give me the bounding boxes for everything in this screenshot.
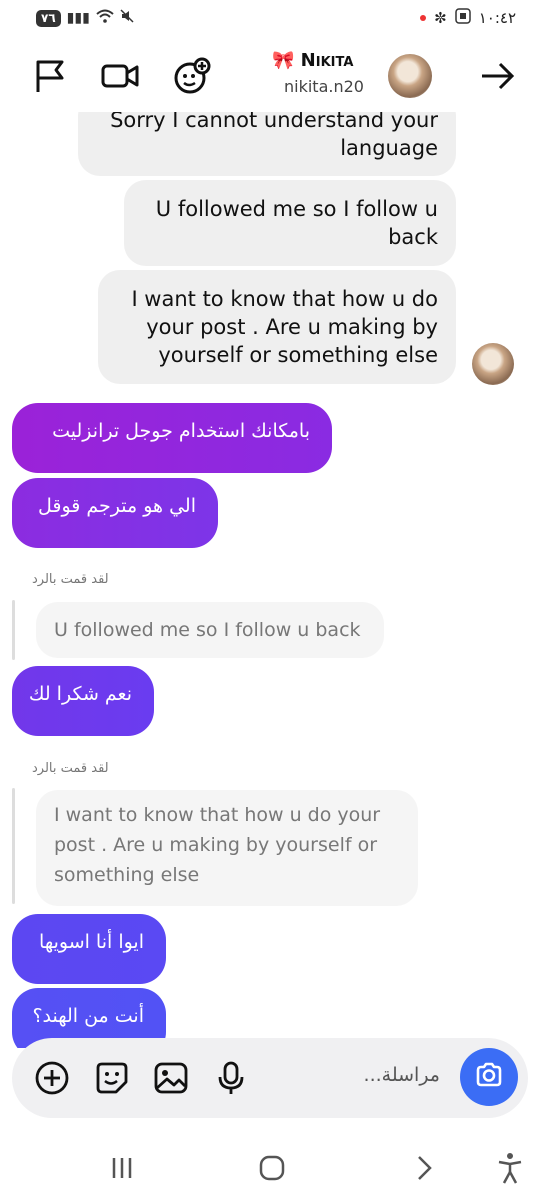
message-composer: مراسلة... — [12, 1038, 528, 1118]
incoming-message[interactable]: Sorry I cannot understand your language — [78, 112, 456, 176]
status-left: ٧٦ ▮▮▮ — [36, 9, 134, 27]
outgoing-message[interactable]: ايوا أنا اسويها — [12, 914, 166, 984]
contact-username[interactable]: nikita.n20 — [284, 77, 364, 96]
incoming-message[interactable]: U followed me so I follow u back — [124, 180, 456, 266]
recent-apps-icon[interactable] — [104, 1150, 140, 1186]
wifi-icon — [96, 9, 114, 27]
screenshot-icon — [454, 8, 471, 28]
contact-name[interactable]: 🎀 Nikita — [272, 50, 353, 71]
outgoing-message[interactable]: بامكانك استخدام جوجل ترانزليت — [12, 403, 332, 473]
outgoing-message[interactable]: الي هو مترجم قوقل — [12, 478, 218, 548]
status-bar: ٧٦ ▮▮▮ ✼ ١٠:٤٢ — [0, 0, 540, 36]
sender-avatar[interactable] — [472, 343, 514, 385]
effects-icon[interactable] — [172, 56, 212, 96]
microphone-icon[interactable] — [213, 1060, 249, 1096]
mute-icon — [120, 9, 134, 27]
gallery-icon[interactable] — [153, 1060, 189, 1096]
video-call-icon[interactable] — [100, 56, 140, 96]
signal-icon: ▮▮▮ — [66, 10, 90, 26]
reply-bar — [12, 600, 15, 660]
outgoing-message[interactable]: نعم شكرا لك — [12, 666, 154, 736]
system-nav-bar — [0, 1140, 540, 1200]
incoming-message[interactable]: I want to know that how u do your post .… — [98, 270, 456, 384]
camera-icon — [474, 1060, 504, 1094]
accessibility-icon[interactable] — [492, 1150, 528, 1186]
chat-thread[interactable]: Sorry I cannot understand your language … — [0, 112, 540, 1048]
add-icon[interactable] — [34, 1060, 70, 1096]
avatar[interactable] — [388, 54, 432, 98]
sticker-icon[interactable] — [94, 1060, 130, 1096]
recording-dot-icon — [420, 15, 427, 21]
reply-label: لقد قمت بالرد — [32, 761, 109, 776]
reply-bar — [12, 788, 15, 904]
forward-arrow-icon[interactable] — [478, 56, 518, 96]
camera-button[interactable] — [460, 1048, 518, 1106]
status-right: ✼ ١٠:٤٢ — [420, 8, 516, 28]
quoted-message[interactable]: I want to know that how u do your post .… — [36, 790, 418, 906]
home-icon[interactable] — [254, 1150, 290, 1186]
flag-icon[interactable] — [30, 56, 70, 96]
back-icon[interactable] — [406, 1150, 442, 1186]
chat-header: 🎀 Nikita nikita.n20 — [0, 40, 540, 112]
clock-time: ١٠:٤٢ — [478, 9, 516, 27]
pinwheel-icon: ✼ — [434, 9, 447, 27]
battery-indicator: ٧٦ — [36, 9, 61, 27]
reply-label: لقد قمت بالرد — [32, 572, 109, 587]
quoted-message[interactable]: U followed me so I follow u back — [36, 602, 384, 658]
message-input[interactable]: مراسلة... — [364, 1064, 440, 1086]
